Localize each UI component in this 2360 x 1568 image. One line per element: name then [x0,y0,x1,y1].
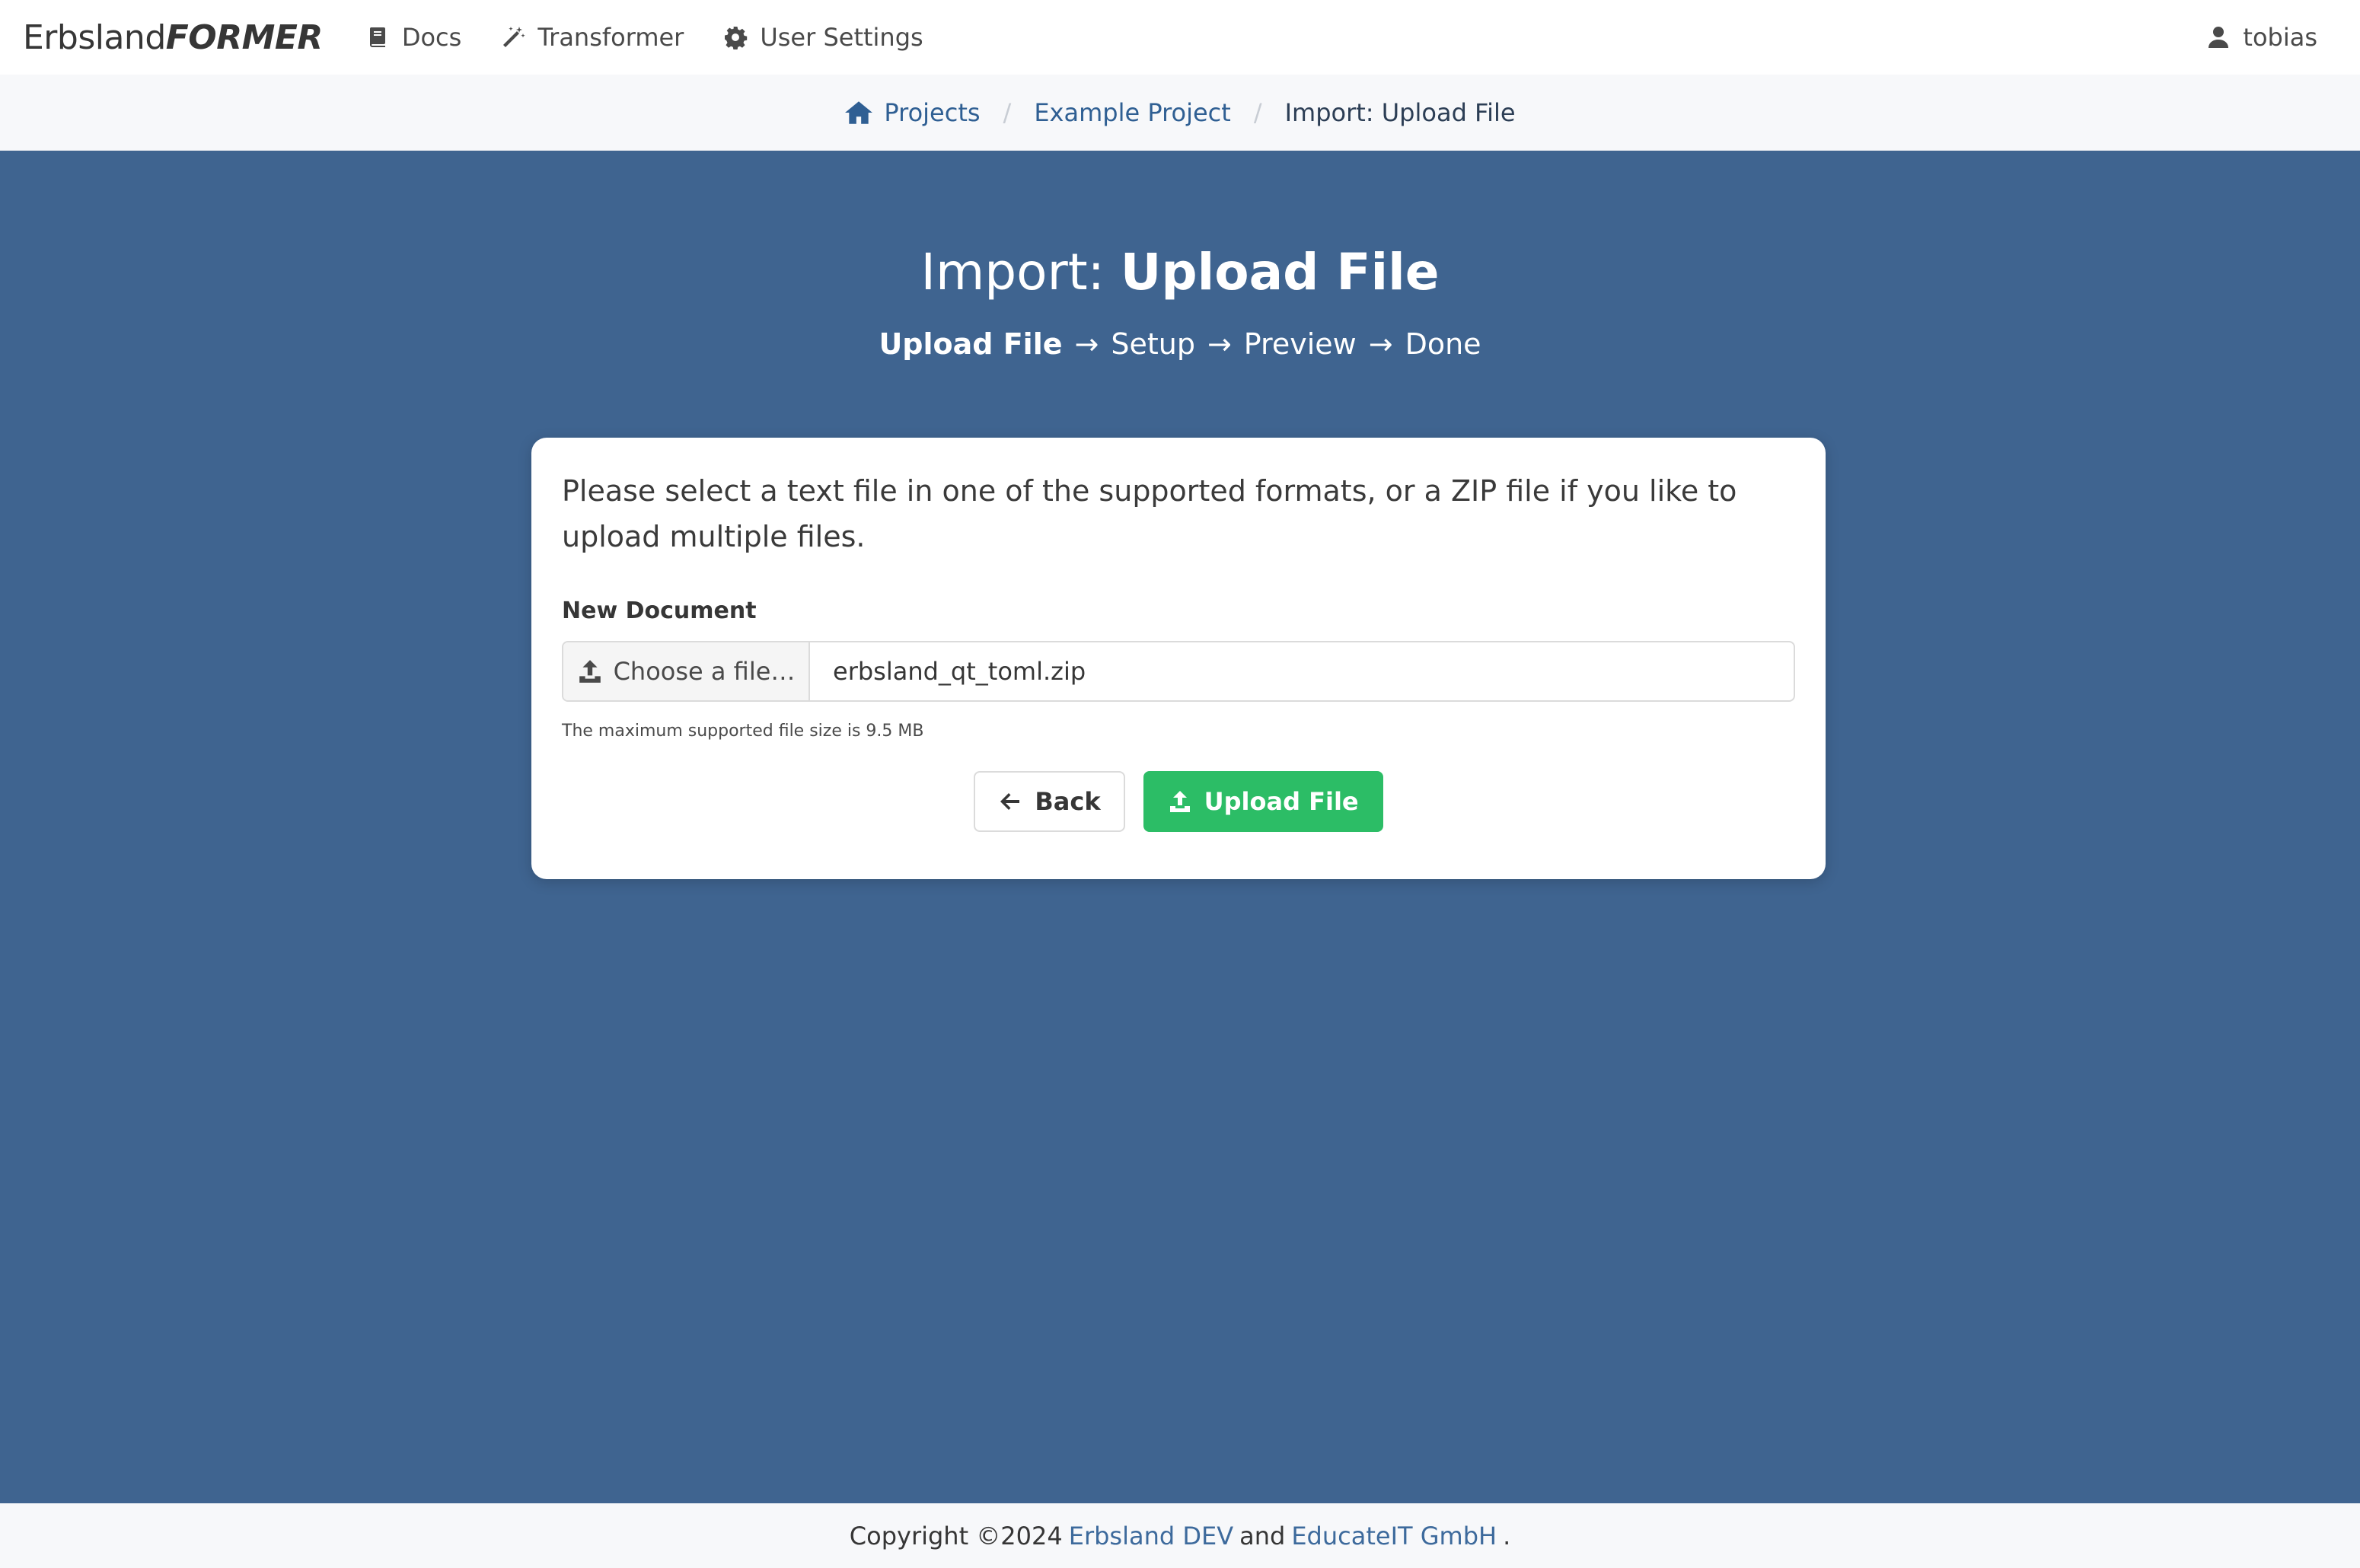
new-document-label: New Document [562,598,757,624]
breadcrumb-projects[interactable]: Projects [844,97,981,127]
step-upload-file: Upload File [879,327,1063,361]
upload-icon [579,660,601,683]
nav-user-settings-label: User Settings [760,23,923,52]
upload-card: Please select a text file in one of the … [531,438,1826,879]
step-arrow-icon: → [1207,327,1232,361]
file-input[interactable]: Choose a file… erbsland_qt_toml.zip [562,641,1795,702]
nav-user-menu[interactable]: tobias [2186,0,2337,75]
gear-icon [725,27,748,49]
magic-wand-icon [503,27,526,47]
back-button-label: Back [1035,787,1101,816]
brand-text-part2: FORMER [165,18,324,57]
footer-period: . [1503,1521,1511,1550]
book-icon [369,27,385,47]
footer-link-erbsland-dev[interactable]: Erbsland DEV [1069,1522,1233,1550]
upload-file-button[interactable]: Upload File [1143,771,1383,832]
footer-copyright: Copyright ©2024 [849,1521,1063,1550]
selected-file-name: erbsland_qt_toml.zip [833,657,1086,686]
footer-link-educateit[interactable]: EducateIT GmbH [1291,1522,1497,1550]
footer: Copyright ©2024 Erbsland DEV and Educate… [0,1503,2360,1568]
arrow-left-icon [1000,793,1020,810]
form-actions: Back Upload File [562,771,1795,832]
upload-icon [1169,791,1190,812]
breadcrumb-projects-label: Projects [884,97,981,127]
upload-instructions: Please select a text file in one of the … [562,474,1737,553]
nav-user-label: tobias [2243,23,2317,52]
nav-docs-label: Docs [401,23,462,52]
step-done: Done [1405,327,1481,361]
brand-logo[interactable]: Erbsland FORMER [23,18,323,57]
home-icon [845,100,873,124]
breadcrumb-separator: / [1253,97,1262,127]
back-button[interactable]: Back [974,771,1125,832]
step-preview: Preview [1243,327,1357,361]
page-title-prefix: Import: [920,243,1105,301]
breadcrumb-current: Import: Upload File [1284,97,1516,127]
page-title-strong: Upload File [1120,243,1440,301]
top-navbar: Erbsland FORMER Docs Transformer User Set… [0,0,2360,75]
choose-file-label: Choose a file… [613,657,796,686]
choose-file-button[interactable]: Choose a file… [563,642,810,700]
page-title: Import: Upload File [0,242,2360,303]
step-arrow-icon: → [1074,327,1099,361]
step-setup: Setup [1111,327,1195,361]
user-icon [2209,27,2229,48]
breadcrumb-example-project[interactable]: Example Project [1034,98,1230,127]
nav-user-settings[interactable]: User Settings [703,0,942,75]
step-arrow-icon: → [1368,327,1393,361]
breadcrumb: Projects / Example Project / Import: Upl… [0,75,2360,151]
breadcrumb-separator: / [1003,97,1012,127]
upload-file-button-label: Upload File [1204,787,1359,816]
footer-and: and [1239,1521,1286,1550]
nav-transformer[interactable]: Transformer [481,0,703,75]
file-size-help: The maximum supported file size is 9.5 M… [562,722,924,741]
nav-transformer-label: Transformer [537,23,684,52]
import-steps: Upload File → Setup → Preview → Done [0,324,2360,364]
brand-text-part1: Erbsland [23,18,166,57]
nav-docs[interactable]: Docs [346,0,481,75]
